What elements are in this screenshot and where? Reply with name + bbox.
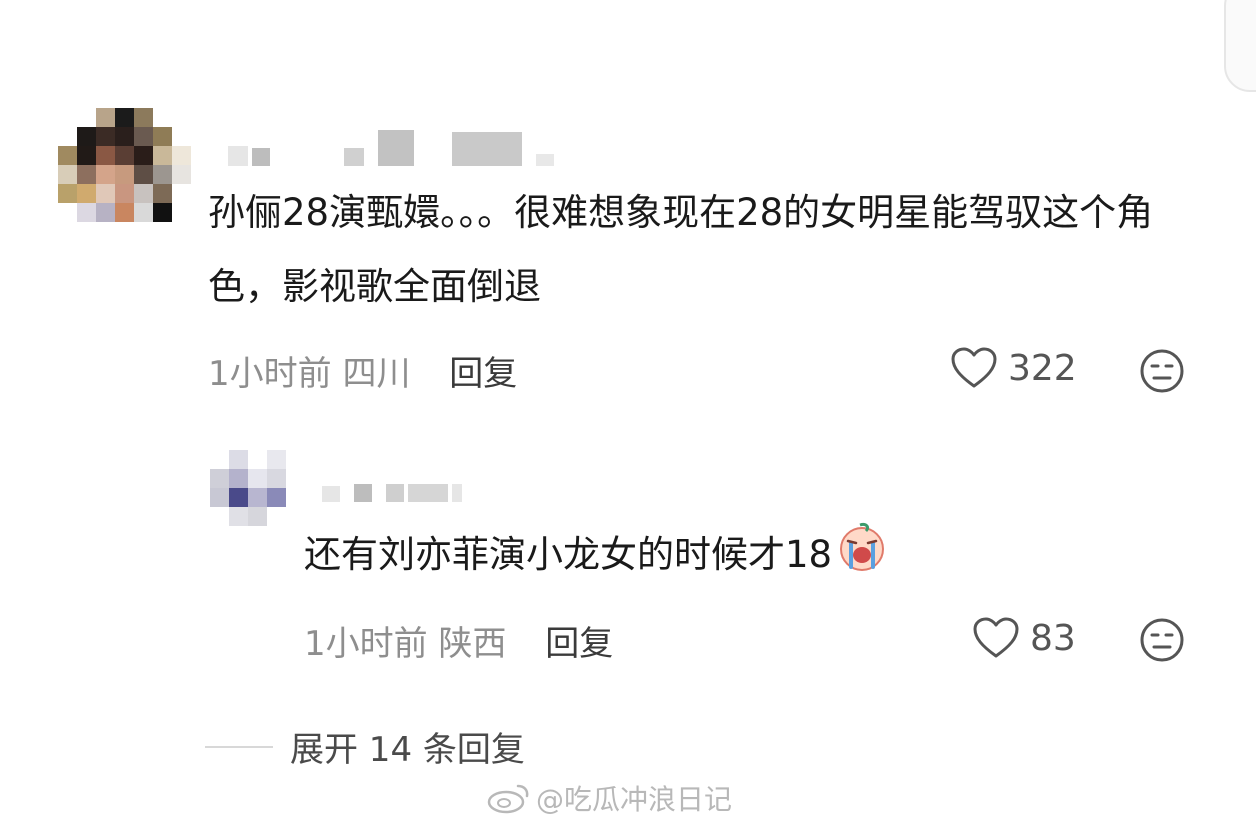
reply-avatar[interactable] [210, 450, 305, 526]
like-button[interactable]: 322 [950, 346, 1077, 390]
scroll-edge [1224, 0, 1256, 92]
dislike-face-icon[interactable] [1139, 617, 1185, 663]
comment-meta: 1小时前 四川 回复 [208, 346, 517, 395]
weibo-logo-icon [487, 784, 529, 814]
crying-face-emoji [836, 521, 888, 598]
reply-meta: 1小时前 陕西 回复 [304, 616, 613, 665]
reply-text: 还有刘亦菲演小龙女的时候才18 [304, 518, 1064, 598]
comment-location: 四川 [342, 354, 411, 394]
comment-text: 孙俪28演甄嬛。。。很难想象现在28的女明星能驾驭这个角色，影视歌全面倒退 [208, 191, 1154, 308]
reply-time: 1小时前 [304, 624, 428, 664]
reply-reply-button[interactable]: 回复 [545, 624, 613, 664]
reply-button[interactable]: 回复 [449, 354, 517, 394]
reply-username-blurred[interactable] [322, 470, 462, 502]
reply-like-count: 83 [1030, 617, 1076, 659]
reply-text-content: 还有刘亦菲演小龙女的时候才18 [304, 533, 833, 576]
heart-outline-icon [951, 347, 997, 388]
expand-replies-button[interactable]: 展开 14 条回复 [290, 722, 525, 771]
like-count: 322 [1008, 347, 1077, 389]
reply-like-button[interactable]: 83 [972, 616, 1076, 660]
dislike-face-icon[interactable] [1139, 348, 1185, 394]
reply-location: 陕西 [438, 624, 507, 664]
comment-time: 1小时前 [208, 354, 332, 394]
heart-outline-icon [973, 617, 1019, 658]
username-blurred[interactable] [228, 128, 554, 166]
avatar[interactable] [58, 108, 191, 222]
expand-divider [205, 746, 273, 748]
watermark-text: @吃瓜冲浪日记 [536, 783, 733, 816]
watermark: @吃瓜冲浪日记 [486, 778, 732, 818]
